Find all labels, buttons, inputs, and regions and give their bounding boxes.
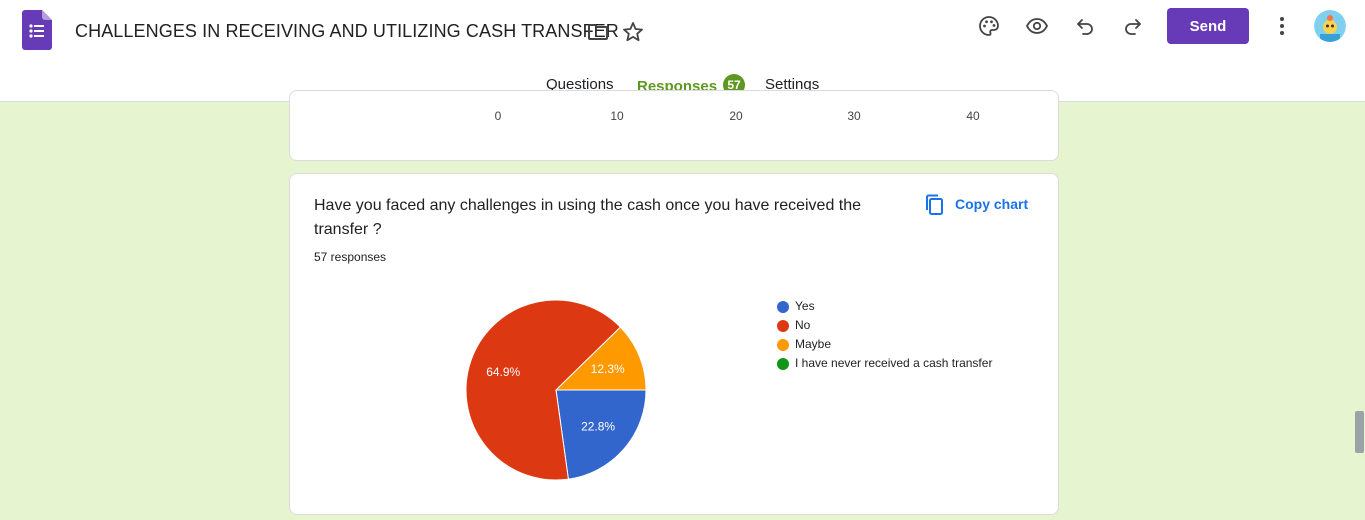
- legend-label: Yes: [795, 299, 815, 313]
- send-button[interactable]: Send: [1167, 8, 1249, 44]
- legend-swatch: [777, 358, 789, 370]
- legend-label: I have never received a cash transfer: [795, 356, 993, 370]
- axis-tick: 20: [729, 109, 743, 123]
- more-vert-icon[interactable]: [1270, 14, 1294, 38]
- star-icon[interactable]: [621, 20, 645, 44]
- legend-swatch: [777, 339, 789, 351]
- pie-chart: 22.8% 64.9% 12.3%: [465, 299, 647, 481]
- form-title[interactable]: CHALLENGES IN RECEIVING AND UTILIZING CA…: [75, 21, 619, 42]
- copy-chart-label: Copy chart: [955, 196, 1029, 212]
- question-text: Have you faced any challenges in using t…: [314, 197, 862, 238]
- header-overlap-spacer: [289, 70, 1059, 102]
- axis-tick: 10: [610, 109, 624, 123]
- pie-slice-label: 22.8%: [581, 420, 615, 434]
- undo-icon[interactable]: [1073, 14, 1097, 38]
- copy-icon: [926, 194, 943, 215]
- palette-icon[interactable]: [977, 14, 1001, 38]
- x-axis: 0 10 20 30 40: [290, 104, 1060, 124]
- response-count: 57 responses: [314, 250, 387, 264]
- pie-slice-label: 64.9%: [486, 365, 520, 379]
- pie-slice-yes[interactable]: [555, 389, 647, 480]
- legend-swatch: [777, 320, 789, 332]
- preview-eye-icon[interactable]: [1025, 14, 1049, 38]
- axis-tick: 30: [847, 109, 861, 123]
- axis-tick: 40: [966, 109, 980, 123]
- redo-icon[interactable]: [1121, 14, 1145, 38]
- forms-app-icon[interactable]: [22, 10, 52, 50]
- legend-label: No: [795, 318, 811, 332]
- avatar[interactable]: [1314, 10, 1346, 42]
- question-summary-card: Have you faced any challenges in using t…: [289, 173, 1059, 515]
- scrollbar-thumb[interactable]: [1355, 411, 1364, 453]
- legend-swatch: [777, 301, 789, 313]
- axis-tick: 0: [494, 109, 502, 123]
- folder-icon[interactable]: [586, 20, 610, 44]
- pie-slice-label: 12.3%: [591, 362, 625, 376]
- legend-label: Maybe: [795, 337, 832, 351]
